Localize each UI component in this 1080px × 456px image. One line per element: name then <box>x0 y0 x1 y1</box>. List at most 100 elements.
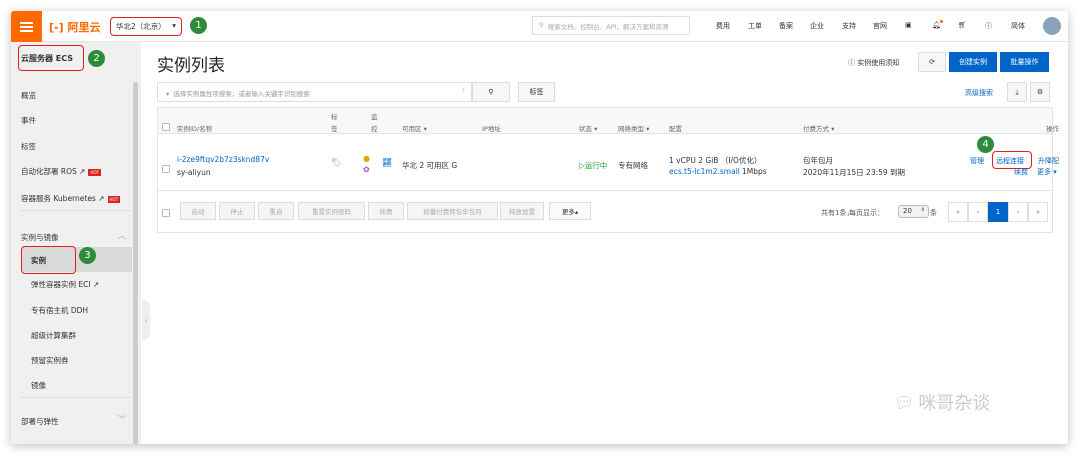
stop-button[interactable]: 停止 <box>219 202 255 220</box>
start-button[interactable]: 启动 <box>180 202 216 220</box>
col-status[interactable]: 状态 ▾ <box>579 123 597 133</box>
sidebar-group-deploy[interactable]: 部署与弹性 <box>21 416 59 427</box>
highlight-box <box>21 246 76 274</box>
renew-link[interactable]: 续费 <box>1014 167 1028 177</box>
release-settings-button[interactable]: 释放设置 <box>500 202 544 220</box>
first-page-button[interactable]: « <box>948 202 968 222</box>
instance-notice-link[interactable]: ⓘ 实例使用须知 <box>848 58 899 68</box>
sidebar-item-kubernetes[interactable]: 容器服务 Kubernetes ↗ HOT <box>21 193 121 204</box>
refresh-button[interactable]: ⟳ <box>918 52 946 72</box>
chevron-left-icon: ‹ <box>144 315 148 325</box>
col-billing[interactable]: 付费方式 ▾ <box>803 123 834 133</box>
sidebar-item-tags[interactable]: 标签 <box>21 141 36 152</box>
sidebar-title[interactable]: 云服务器 ECS <box>21 53 73 64</box>
next-page-button[interactable]: › <box>1008 202 1028 222</box>
step-badge-3: 3 <box>79 247 96 264</box>
bell-icon[interactable]: 🔔︎ <box>932 20 943 29</box>
sidebar-item-images[interactable]: 镜像 <box>31 380 46 391</box>
search-icon: ⚲ <box>488 88 494 96</box>
sidebar-item-overview[interactable]: 概览 <box>21 90 36 101</box>
row-checkbox[interactable] <box>162 165 170 173</box>
batch-operation-button[interactable]: 批量操作 <box>1000 52 1049 72</box>
page-title: 实例列表 <box>157 56 225 76</box>
nav-website[interactable]: 官网 <box>873 21 887 31</box>
convert-billing-button[interactable]: 按量付费转包年包月 <box>407 202 498 220</box>
nav-fees[interactable]: 费用 <box>716 21 730 31</box>
export-icon: ⤓ <box>1015 87 1019 96</box>
reset-password-button[interactable]: 重置实例密码 <box>298 202 365 220</box>
sidebar-item-instances[interactable]: 实例 <box>31 255 46 266</box>
step-badge-2: 2 <box>88 50 105 67</box>
search-button[interactable]: ⚲ <box>472 82 510 102</box>
caret-down-icon: ▾ <box>166 90 170 98</box>
network-value: 专有网络 <box>618 161 648 170</box>
last-page-button[interactable]: » <box>1028 202 1048 222</box>
sidebar-item-eci[interactable]: 弹性容器实例 ECI ↗ <box>31 279 99 290</box>
nav-tickets[interactable]: 工单 <box>748 21 762 31</box>
create-instance-button[interactable]: 创建实例 <box>949 52 997 72</box>
spinner-icon: ⇕ <box>920 207 925 213</box>
export-button[interactable]: ⤓ <box>1007 82 1027 102</box>
divider <box>158 190 1052 191</box>
cart-icon[interactable]: 🛒︎ <box>958 21 967 29</box>
monitor-chart-icon[interactable]: 📈︎ <box>382 158 392 167</box>
sidebar-item-events[interactable]: 事件 <box>21 115 36 126</box>
instance-id-link[interactable]: i-2ze9ftqv2b7z3sknd87v <box>177 155 269 164</box>
top-bar: [-] 阿里云 华北2（北京） ▾ 1 ⚲ 搜索文档、控制台、API、解决方案和资… <box>11 11 1068 42</box>
badge-icon: ● <box>363 154 370 163</box>
restart-button[interactable]: 重启 <box>258 202 294 220</box>
avatar[interactable] <box>1043 17 1061 35</box>
sidebar-item-scc[interactable]: 超级计算集群 <box>31 330 76 341</box>
more-button[interactable]: 更多▴ <box>549 202 591 220</box>
config-spec: 1 vCPU 2 GiB （I/O优化） <box>669 156 762 165</box>
language-switch[interactable]: 简体 <box>1011 21 1025 31</box>
instance-name: sy-aliyun <box>177 168 211 177</box>
instance-search-input[interactable]: ▾ 选择实例属性项搜索，或者输入关键字识别搜索? <box>157 82 472 102</box>
sidebar-group-instances[interactable]: 实例与镜像 <box>21 232 59 243</box>
per-page-label: 每页显示： <box>849 209 884 217</box>
sidebar-item-reserved[interactable]: 预留实例券 <box>31 355 69 366</box>
per-page-select[interactable]: 20 ⇕ <box>898 205 929 218</box>
col-ip: IP地址 <box>482 125 501 133</box>
footer-select-checkbox[interactable] <box>162 209 170 217</box>
gear-icon: ⚙ <box>1036 88 1044 96</box>
terminal-icon[interactable]: ▣ <box>905 21 912 29</box>
logo[interactable]: [-] 阿里云 <box>49 19 100 35</box>
tag-filter-button[interactable]: 标签 <box>518 82 555 102</box>
nav-support[interactable]: 支持 <box>842 21 856 31</box>
manage-link[interactable]: 管理 <box>970 156 984 166</box>
expiry-date: 2020年11月15日 23:59 到期 <box>803 168 906 177</box>
renew-button[interactable]: 续费 <box>368 202 404 220</box>
sidebar-item-ros[interactable]: 自动化部署 ROS ↗ HOT <box>21 166 102 177</box>
select-all-checkbox[interactable] <box>162 123 170 131</box>
help-icon[interactable]: ⓘ <box>985 21 992 31</box>
search-icon: ⚲ <box>539 21 544 29</box>
sidebar-collapse-handle[interactable]: ‹ <box>142 300 150 340</box>
colorful-icon: ✿ <box>363 165 370 174</box>
advanced-search-link[interactable]: 高级搜索 <box>965 88 993 98</box>
resize-link[interactable]: 升降配 <box>1038 156 1059 166</box>
prev-page-button[interactable]: ‹ <box>968 202 988 222</box>
sidebar-scrollbar[interactable] <box>133 82 138 444</box>
more-ops-link[interactable]: 更多 ▾ <box>1037 167 1057 177</box>
remote-connect-link[interactable]: 远程连接 <box>996 156 1024 166</box>
chevron-down-icon[interactable]: ﹀ <box>118 414 126 425</box>
sidebar-item-ddh[interactable]: 专有宿主机 DDH <box>31 305 88 316</box>
col-network[interactable]: 网络类型 ▾ <box>618 123 649 133</box>
nav-icp[interactable]: 备案 <box>779 21 793 31</box>
region-selector[interactable]: 华北2（北京） ▾ <box>110 17 182 36</box>
page-1-button[interactable]: 1 <box>988 202 1008 222</box>
col-tag: 标签 <box>331 113 338 133</box>
instance-type-link[interactable]: ecs.t5-lc1m2.small <box>669 167 740 176</box>
menu-button[interactable] <box>11 11 42 42</box>
zone-value: 华北 2 可用区 G <box>402 161 458 170</box>
watermark: 💬︎ 咪哥杂谈 <box>894 392 991 415</box>
col-zone[interactable]: 可用区 ▾ <box>402 123 427 133</box>
settings-button[interactable]: ⚙ <box>1030 82 1050 102</box>
help-icon[interactable]: ? <box>462 87 465 95</box>
external-link-icon: ↗ <box>98 194 105 203</box>
global-search-input[interactable]: ⚲ 搜索文档、控制台、API、解决方案和资源 <box>532 16 690 35</box>
nav-enterprise[interactable]: 企业 <box>810 21 824 31</box>
chevron-up-icon[interactable]: ︿ <box>118 230 126 241</box>
tag-icon[interactable]: 🏷︎ <box>331 158 341 167</box>
